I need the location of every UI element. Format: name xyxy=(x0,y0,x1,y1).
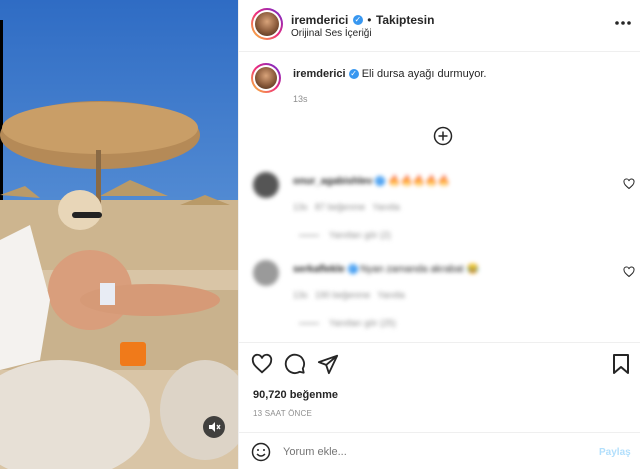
header-username[interactable]: iremderici xyxy=(291,13,348,27)
post-comment-button[interactable]: Paylaş xyxy=(599,447,631,458)
commenter-avatar[interactable] xyxy=(253,172,279,198)
verified-icon: ✓ xyxy=(375,176,386,187)
share-icon[interactable] xyxy=(317,353,339,375)
likes-count[interactable]: 90,720 beğenme xyxy=(253,389,338,401)
view-replies[interactable]: Yanıtları gör (25) xyxy=(299,318,396,328)
plus-circle-icon[interactable] xyxy=(433,126,453,146)
comment-time[interactable]: 13s xyxy=(293,202,308,212)
commenter-username[interactable]: onur_agabishlev xyxy=(293,176,372,187)
bookmark-icon[interactable] xyxy=(611,353,631,375)
reply-button[interactable]: Yanıtla xyxy=(372,202,399,212)
emoji-icon[interactable] xyxy=(251,442,271,462)
comment-text: 🔥🔥🔥🔥🔥 xyxy=(388,176,451,187)
caption-avatar[interactable] xyxy=(251,63,281,93)
post-actions: 90,720 beğenme 13 SAAT ÖNCE xyxy=(239,342,640,430)
comment-text: Nyan zamanda akrabat 😂 xyxy=(360,264,479,275)
comment-item: serkaflekle ✓ Nyan zamanda akrabat 😂 13s… xyxy=(239,258,640,338)
caption: iremderici ✓ Eli dursa ayağı durmuyor. xyxy=(293,68,486,80)
heart-icon[interactable] xyxy=(623,266,635,278)
comment-icon[interactable] xyxy=(284,353,306,375)
separator-dot: • xyxy=(367,13,372,27)
heart-icon[interactable] xyxy=(251,353,273,375)
audio-label[interactable]: Orijinal Ses İçeriği xyxy=(291,28,372,39)
caption-username[interactable]: iremderici xyxy=(293,68,346,80)
follow-status[interactable]: Takiptesin xyxy=(376,13,434,27)
comment-likes[interactable]: 87 beğenme xyxy=(315,202,365,212)
commenter-username[interactable]: serkaflekle xyxy=(293,264,345,275)
caption-text: Eli dursa ayağı durmuyor. xyxy=(361,68,487,80)
reply-button[interactable]: Yanıtla xyxy=(377,290,404,300)
comment-likes[interactable]: 190 beğenme xyxy=(315,290,370,300)
post-video[interactable] xyxy=(0,0,238,469)
post-timestamp[interactable]: 13 SAAT ÖNCE xyxy=(253,409,312,418)
comment-input[interactable] xyxy=(283,442,583,462)
post-header: iremderici ✓ • Takiptesin Orijinal Ses İ… xyxy=(239,0,640,52)
comment-time[interactable]: 13s xyxy=(293,290,308,300)
verified-icon: ✓ xyxy=(347,264,358,275)
add-comment-bar: Paylaş xyxy=(239,432,640,469)
avatar[interactable] xyxy=(251,8,283,40)
view-replies[interactable]: Yanıtları gör (2) xyxy=(299,230,391,240)
verified-icon: ✓ xyxy=(352,14,363,25)
comments-section: iremderici ✓ Eli dursa ayağı durmuyor. 1… xyxy=(239,52,640,342)
commenter-avatar[interactable] xyxy=(253,260,279,286)
heart-icon[interactable] xyxy=(623,178,635,190)
verified-icon: ✓ xyxy=(348,69,359,80)
mute-icon[interactable] xyxy=(203,416,225,438)
video-frame xyxy=(0,0,238,469)
more-icon[interactable] xyxy=(613,16,633,30)
caption-time[interactable]: 13s xyxy=(293,94,308,104)
comment-item: onur_agabishlev ✓ 🔥🔥🔥🔥🔥 13s 87 beğenme Y… xyxy=(239,170,640,250)
post-panel: iremderici ✓ • Takiptesin Orijinal Ses İ… xyxy=(238,0,640,469)
